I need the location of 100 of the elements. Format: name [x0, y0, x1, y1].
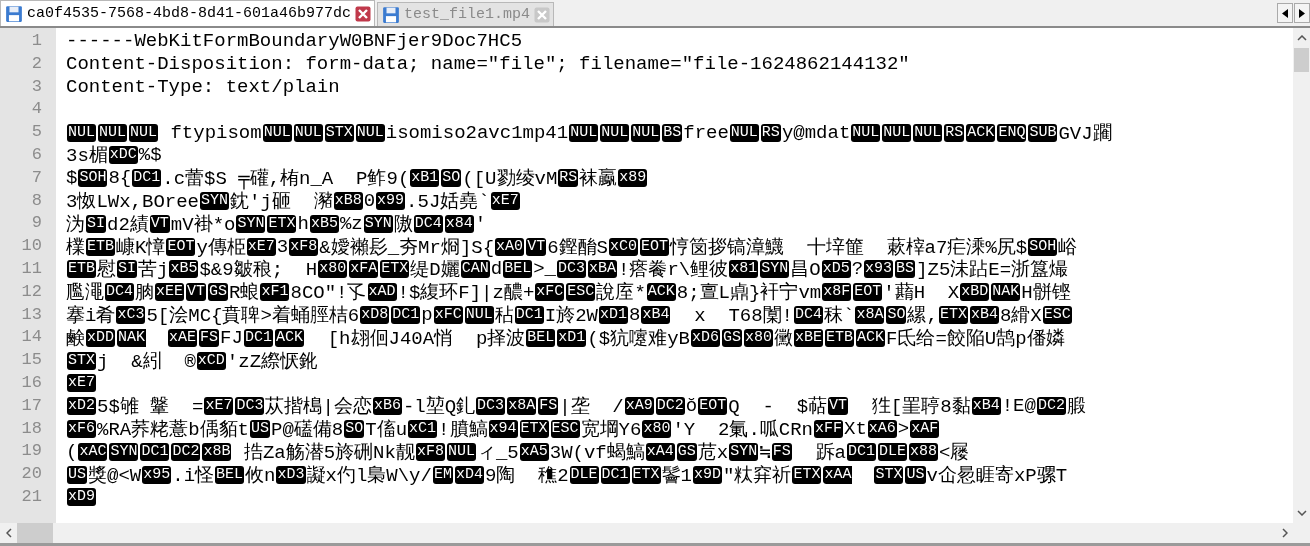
line-number: 1	[30, 30, 43, 52]
code-text: .i怪	[172, 463, 215, 488]
code-text: y@mdat	[781, 121, 851, 144]
control-char-badge: ETX	[631, 465, 661, 484]
control-char-badge: ETX	[938, 305, 968, 324]
file-tab[interactable]: ca0f4535-7568-4bd8-8d41-601a46b977dc	[0, 0, 376, 26]
control-char-badge: DC1	[600, 465, 630, 484]
control-char-badge: STX	[324, 123, 354, 142]
control-char-badge: US	[67, 465, 87, 484]
code-text: .c蕾$S ╤礶,栯n_A P鲊9(	[162, 167, 410, 192]
control-char-badge: xAE	[168, 328, 198, 347]
control-char-badge: xB4	[969, 305, 999, 324]
code-text: ?	[851, 258, 864, 281]
code-text: "粏穽祈	[723, 463, 792, 488]
control-char-badge: FS	[771, 442, 792, 461]
control-char-badge: DC2	[1036, 397, 1066, 416]
code-text: >	[897, 417, 910, 440]
control-char-badge: RS	[558, 169, 579, 188]
control-char-badge: xA6	[867, 419, 897, 438]
scroll-right-button[interactable]	[1294, 3, 1310, 23]
code-text: !$緮环F]|z醲+	[397, 281, 535, 305]
code-text: 嵻K慞	[116, 235, 166, 259]
control-char-badge: x8B	[202, 442, 232, 461]
code-text: !瘩餋r\鲤彼	[618, 258, 729, 282]
code-text: mV褂*o	[170, 212, 236, 237]
control-char-badge: ESC	[1042, 305, 1072, 324]
control-char-badge: NUL	[355, 123, 385, 142]
code-text: ------WebKitFormBoundaryW0BNFjer9Doc7HC5	[66, 30, 523, 53]
control-char-badge: VT	[149, 214, 170, 233]
control-char-badge: SO	[886, 305, 907, 324]
control-char-badge: DC2	[171, 442, 201, 461]
code-text: 狌[罣聤8黏	[870, 395, 971, 420]
scrollbar-thumb[interactable]	[17, 523, 53, 543]
control-char-badge: NAK	[991, 283, 1021, 302]
left-arrow-icon	[1282, 8, 1288, 18]
code-text: 檏	[66, 235, 85, 260]
code-text: 3怓LWx,BOree	[66, 190, 200, 214]
code-text: ftypisom	[169, 121, 262, 144]
code-text: 鹸	[66, 326, 85, 351]
control-char-badge: x89	[618, 169, 648, 188]
line-number: 2	[30, 52, 43, 75]
code-text: d	[490, 258, 503, 281]
control-char-badge: SYN	[236, 214, 266, 233]
control-char-badge: xD5	[821, 260, 851, 279]
code-text: 縲,	[907, 303, 938, 328]
scrollbar-thumb[interactable]	[1294, 48, 1309, 72]
control-char-badge: SO	[344, 419, 365, 438]
control-char-badge: BS	[895, 260, 916, 279]
control-char-badge: DLE	[877, 442, 907, 461]
code-text: 腶	[1066, 395, 1086, 420]
code-text: 搴i肴	[66, 303, 116, 328]
control-char-badge: BEL	[215, 465, 245, 484]
code-text: h	[297, 212, 309, 235]
control-char-badge: ETX	[267, 214, 297, 233]
control-char-badge: xDD	[86, 328, 115, 347]
code-text: 沩	[66, 212, 85, 237]
line-number: 17	[20, 394, 43, 417]
close-icon[interactable]	[355, 5, 372, 22]
code-text: (	[66, 440, 78, 463]
horizontal-scrollbar[interactable]	[0, 523, 1310, 546]
control-char-badge: xC1	[408, 419, 438, 438]
code-text: >_	[533, 258, 556, 281]
control-char-badge: VT	[828, 397, 849, 416]
control-char-badge: NUL	[67, 123, 96, 142]
line-number: 3	[30, 75, 43, 98]
code-text: H骿铿	[1021, 281, 1071, 306]
vertical-scrollbar[interactable]	[1293, 28, 1310, 523]
control-char-badge: ACK	[856, 328, 886, 347]
control-char-badge: xD8	[360, 305, 390, 324]
code-text: Content-Disposition: form-data; name="file"; filename="file-1624862144132"	[66, 53, 910, 76]
scroll-left-button[interactable]	[1277, 3, 1293, 23]
control-char-badge: DLE	[569, 465, 599, 484]
line-number: 20	[20, 463, 43, 486]
code-text: .5J姡堯`	[406, 190, 490, 214]
control-char-badge: CAN	[460, 260, 490, 279]
line-number: 16	[20, 371, 43, 394]
control-char-badge: xFC	[535, 283, 565, 302]
control-char-badge: xE7	[204, 397, 234, 416]
code-text: P@礚備8	[271, 417, 344, 442]
control-char-badge: xBA	[588, 260, 617, 279]
control-char-badge: ETX	[519, 419, 549, 438]
tab-title: ca0f4535-7568-4bd8-8d41-601a46b977dc	[27, 5, 352, 22]
control-char-badge: xE7	[67, 374, 96, 393]
code-text: 3W(vf蝎鰝	[549, 440, 645, 465]
control-char-badge: SYN	[200, 191, 230, 210]
control-char-badge: DC1	[140, 442, 170, 461]
control-char-badge: xBD	[960, 283, 990, 302]
control-char-badge: xAD	[367, 283, 397, 302]
control-char-badge: ETX	[792, 465, 822, 484]
control-char-badge: DC1	[243, 328, 273, 347]
code-text: 獎@<W	[88, 463, 142, 488]
line-number: 10	[20, 235, 43, 258]
control-char-badge: x80	[642, 419, 672, 438]
control-char-badge: EOT	[166, 237, 196, 256]
code-text: 攸n	[245, 463, 276, 488]
save-icon	[382, 5, 401, 24]
control-char-badge: xB4	[641, 305, 671, 324]
control-char-badge: xC3	[116, 305, 146, 324]
code-text: 5$雊 鞶 =	[97, 395, 204, 419]
code-text: I旍2W	[544, 303, 598, 328]
